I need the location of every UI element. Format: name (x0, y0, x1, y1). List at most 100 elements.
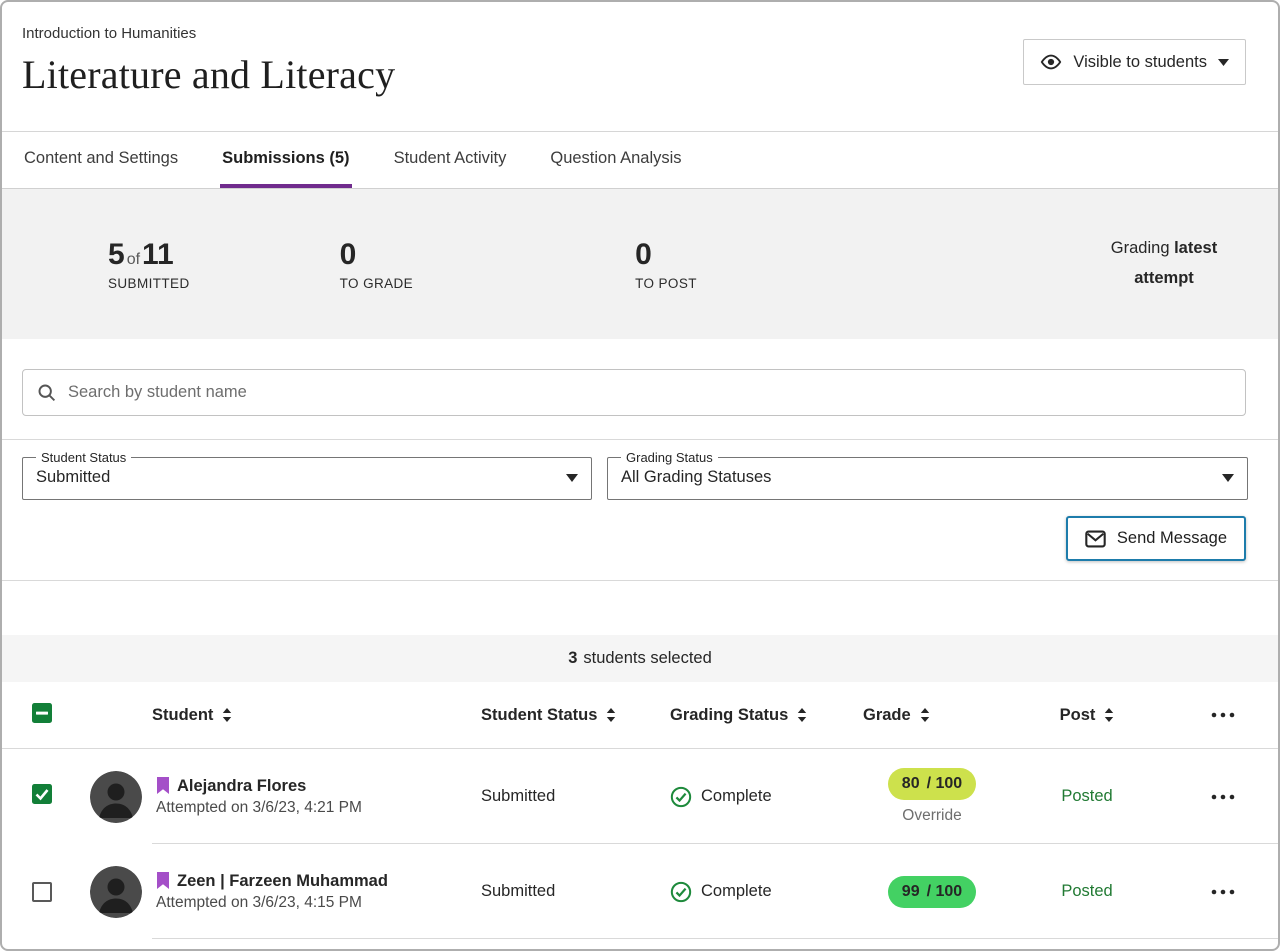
stat-submitted: 5of11 SUBMITTED (108, 238, 190, 291)
student-cell: Zeen | Farzeen Muhammad Attempted on 3/6… (72, 866, 477, 918)
send-message-row: Send Message (2, 500, 1278, 561)
grading-mode-text: Grading latest attempt (1090, 234, 1238, 293)
submissions-table: 3 students selected Student Stud (2, 635, 1278, 939)
ellipsis-icon (1211, 712, 1235, 718)
column-student-status[interactable]: Student Status (477, 706, 662, 725)
grading-status-text: Complete (701, 882, 772, 901)
column-student-label: Student (152, 706, 213, 725)
post-status[interactable]: Posted (1007, 787, 1167, 806)
visibility-label: Visible to students (1073, 53, 1207, 72)
send-message-button[interactable]: Send Message (1066, 516, 1246, 561)
page: Introduction to Humanities Literature an… (0, 0, 1280, 951)
column-grading-status[interactable]: Grading Status (662, 706, 857, 725)
visibility-button[interactable]: Visible to students (1023, 39, 1246, 85)
attempt-timestamp: Attempted on 3/6/23, 4:21 PM (156, 799, 362, 817)
submitted-total: 11 (142, 238, 174, 271)
envelope-icon (1085, 530, 1106, 548)
post-status[interactable]: Posted (1007, 882, 1167, 901)
selected-count: 3 (568, 649, 577, 668)
page-title: Literature and Literacy (22, 51, 395, 98)
student-info: Alejandra Flores Attempted on 3/6/23, 4:… (156, 777, 362, 817)
row-checkbox-checked[interactable] (32, 784, 52, 804)
sort-icon[interactable] (606, 708, 616, 722)
stat-submitted-label: SUBMITTED (108, 276, 190, 291)
chevron-down-icon (566, 474, 578, 482)
sort-icon[interactable] (1104, 708, 1114, 722)
eye-icon (1040, 51, 1062, 73)
grade-value: 99 (902, 883, 920, 901)
complete-check-icon (670, 786, 692, 808)
search-input[interactable] (68, 383, 1232, 402)
student-info: Zeen | Farzeen Muhammad Attempted on 3/6… (156, 872, 388, 912)
to-grade-count: 0 (340, 238, 413, 271)
header: Introduction to Humanities Literature an… (2, 2, 1278, 132)
grading-status-select[interactable]: Grading Status All Grading Statuses (607, 450, 1248, 500)
bookmark-icon[interactable] (156, 777, 170, 795)
grade-out-of: / 100 (927, 775, 963, 793)
table-row[interactable]: Alejandra Flores Attempted on 3/6/23, 4:… (2, 749, 1278, 844)
student-status-select[interactable]: Student Status Submitted (22, 450, 592, 500)
row-checkbox-cell (2, 882, 72, 902)
column-student[interactable]: Student (72, 706, 477, 725)
grading-status-value: All Grading Statuses (621, 468, 771, 487)
column-grading-status-label: Grading Status (670, 706, 788, 725)
send-message-label: Send Message (1117, 529, 1227, 548)
avatar (90, 771, 142, 823)
sort-icon[interactable] (797, 708, 807, 722)
grade-cell: 80 / 100 Override (857, 768, 1007, 825)
column-grade[interactable]: Grade (857, 706, 1007, 725)
filters-row: Student Status Submitted Grading Status … (2, 440, 1278, 500)
ellipsis-icon (1211, 889, 1235, 895)
bookmark-icon[interactable] (156, 872, 170, 890)
stats-bar: 5of11 SUBMITTED 0 TO GRADE 0 TO POST Gra… (2, 189, 1278, 339)
grading-status-label: Grading Status (621, 450, 718, 465)
override-label: Override (902, 807, 961, 825)
table-header-row: Student Student Status Grading Status (2, 682, 1278, 749)
stat-to-grade: 0 TO GRADE (340, 238, 413, 291)
search-bar (22, 369, 1246, 416)
grade-pill[interactable]: 80 / 100 (888, 768, 976, 800)
grading-prefix: Grading (1111, 239, 1170, 257)
submitted-of: of (125, 251, 142, 268)
search-icon (36, 382, 57, 403)
grading-status-cell: Complete (662, 786, 857, 808)
selected-label: students selected (583, 649, 711, 668)
attempt-timestamp: Attempted on 3/6/23, 4:15 PM (156, 894, 388, 912)
table-options-menu[interactable] (1167, 712, 1278, 718)
row-options-menu[interactable] (1167, 889, 1278, 895)
avatar (90, 866, 142, 918)
grading-status-cell: Complete (662, 881, 857, 903)
chevron-down-icon (1222, 474, 1234, 482)
to-post-count: 0 (635, 238, 697, 271)
tab-student-activity[interactable]: Student Activity (392, 132, 509, 188)
column-post-label: Post (1060, 706, 1096, 725)
select-all-checkbox[interactable] (32, 703, 52, 723)
tab-submissions[interactable]: Submissions (5) (220, 132, 351, 188)
student-status-value: Submitted (36, 468, 110, 487)
row-options-menu[interactable] (1167, 794, 1278, 800)
ellipsis-icon (1211, 794, 1235, 800)
course-name: Introduction to Humanities (22, 22, 395, 42)
chevron-down-icon (1218, 59, 1229, 66)
grade-cell: 99 / 100 (857, 876, 1007, 908)
sort-icon[interactable] (920, 708, 930, 722)
header-titles: Introduction to Humanities Literature an… (22, 22, 395, 98)
student-status-cell: Submitted (477, 787, 662, 806)
column-student-status-label: Student Status (481, 706, 597, 725)
selection-summary: 3 students selected (2, 635, 1278, 682)
column-post[interactable]: Post (1007, 706, 1167, 725)
student-name[interactable]: Alejandra Flores (177, 777, 306, 796)
row-checkbox-unchecked[interactable] (32, 882, 52, 902)
stat-submitted-value: 5of11 (108, 238, 190, 271)
column-grade-label: Grade (863, 706, 911, 725)
student-name[interactable]: Zeen | Farzeen Muhammad (177, 872, 388, 891)
tab-bar: Content and Settings Submissions (5) Stu… (2, 132, 1278, 189)
table-row[interactable]: Zeen | Farzeen Muhammad Attempted on 3/6… (2, 844, 1278, 939)
sort-icon[interactable] (222, 708, 232, 722)
grade-out-of: / 100 (927, 883, 963, 901)
stat-to-post-label: TO POST (635, 276, 697, 291)
tab-content-and-settings[interactable]: Content and Settings (22, 132, 180, 188)
row-checkbox-cell (2, 784, 72, 809)
grade-pill[interactable]: 99 / 100 (888, 876, 976, 908)
tab-question-analysis[interactable]: Question Analysis (548, 132, 683, 188)
